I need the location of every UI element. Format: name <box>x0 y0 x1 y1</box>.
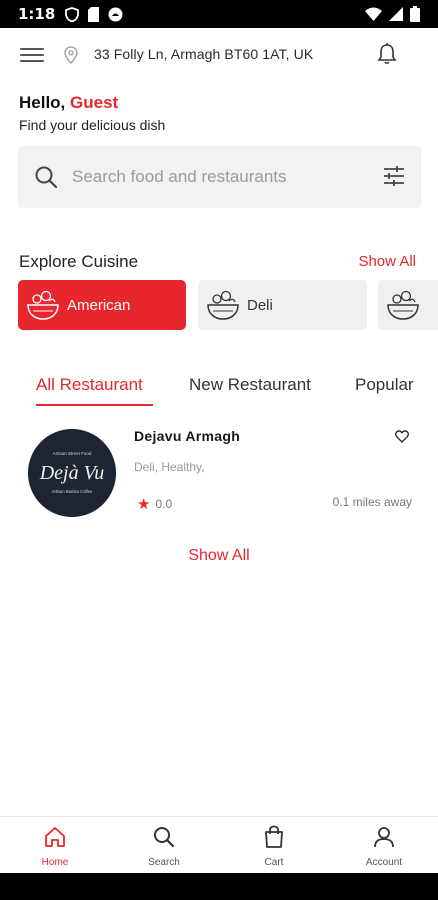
nav-cart[interactable]: Cart <box>239 825 309 868</box>
restaurant-tags: Deli, Healthy, <box>134 460 205 474</box>
cuisine-chip-more[interactable] <box>378 280 438 330</box>
nav-search[interactable]: Search <box>129 825 199 868</box>
delivery-address[interactable]: 33 Folly Ln, Armagh BT60 1AT, UK <box>94 46 313 62</box>
home-icon <box>45 827 65 847</box>
greeting-subtitle: Find your delicious dish <box>19 117 166 133</box>
restaurant-rating: ★ 0.0 <box>137 495 172 513</box>
hamburger-line <box>20 54 44 56</box>
restaurant-card[interactable]: Artisan Street Food Dejà Vu Artisan Bari… <box>0 420 438 530</box>
restaurant-tabs: All Restaurant New Restaurant Popular <box>0 370 438 410</box>
nav-account[interactable]: Account <box>349 825 419 868</box>
system-gesture-bar <box>0 873 438 900</box>
greeting: Hello, Guest <box>19 93 118 113</box>
battery-icon <box>410 6 420 22</box>
cuisine-chip-label: American <box>67 296 131 314</box>
search-bar <box>18 146 421 208</box>
nav-home-label: Home <box>41 857 69 868</box>
food-bowl-icon <box>387 290 419 320</box>
status-bar: 1:18 <box>0 0 438 28</box>
nav-home[interactable]: Home <box>20 825 90 868</box>
nav-cart-label: Cart <box>264 857 284 868</box>
cuisine-list: American Deli <box>18 280 438 330</box>
menu-button[interactable] <box>20 44 44 66</box>
app-notification-icon <box>108 7 123 21</box>
tab-popular[interactable]: Popular <box>355 375 414 395</box>
restaurant-logo: Artisan Street Food Dejà Vu Artisan Bari… <box>28 429 116 517</box>
cuisine-show-all-link[interactable]: Show All <box>358 253 416 270</box>
logo-main-text: Dejà Vu <box>39 462 105 484</box>
search-icon <box>154 827 175 848</box>
nav-account-label: Account <box>365 857 403 868</box>
search-input[interactable] <box>72 160 362 194</box>
restaurant-name: Dejavu Armagh <box>134 428 241 444</box>
bottom-navigation: Home Search Cart Account <box>0 816 438 873</box>
nav-search-label: Search <box>148 857 180 868</box>
favorite-heart-icon[interactable] <box>395 430 409 443</box>
status-time: 1:18 <box>18 5 56 23</box>
hamburger-line <box>20 60 44 62</box>
cell-signal-icon <box>389 7 403 21</box>
explore-cuisine-title: Explore Cuisine <box>19 252 139 271</box>
search-icon <box>35 166 58 189</box>
wifi-icon <box>365 7 382 21</box>
tab-all-restaurant[interactable]: All Restaurant <box>36 375 143 395</box>
account-icon <box>374 827 394 848</box>
restaurant-distance: 0.1 miles away <box>332 495 412 509</box>
cuisine-chip-label: Deli <box>247 296 273 314</box>
tab-new-restaurant[interactable]: New Restaurant <box>189 375 311 395</box>
hamburger-icon <box>20 48 44 50</box>
cuisine-chip-deli[interactable]: Deli <box>198 280 367 330</box>
cuisine-chip-american[interactable]: American <box>18 280 186 330</box>
location-pin-icon <box>64 46 78 64</box>
cart-icon <box>265 825 283 848</box>
sim-card-icon <box>88 6 100 22</box>
top-bar: 33 Folly Ln, Armagh BT60 1AT, UK <box>0 38 438 72</box>
logo-top-text: Artisan Street Food <box>53 451 92 456</box>
restaurants-show-all-link[interactable]: Show All <box>0 547 438 565</box>
rating-value: 0.0 <box>155 497 173 511</box>
star-icon: ★ <box>137 496 151 513</box>
food-bowl-icon <box>207 290 239 320</box>
food-bowl-icon <box>27 290 59 320</box>
notification-bell-icon[interactable] <box>376 42 398 66</box>
restaurant-logo-image: Artisan Street Food Dejà Vu Artisan Bari… <box>28 429 116 517</box>
greeting-name: Guest <box>70 93 119 112</box>
greeting-hello: Hello, <box>19 93 66 112</box>
filter-icon[interactable] <box>383 166 405 186</box>
logo-bottom-text: Artisan Barista Coffee <box>52 489 93 494</box>
shield-icon <box>65 6 80 22</box>
active-tab-indicator <box>36 404 153 406</box>
